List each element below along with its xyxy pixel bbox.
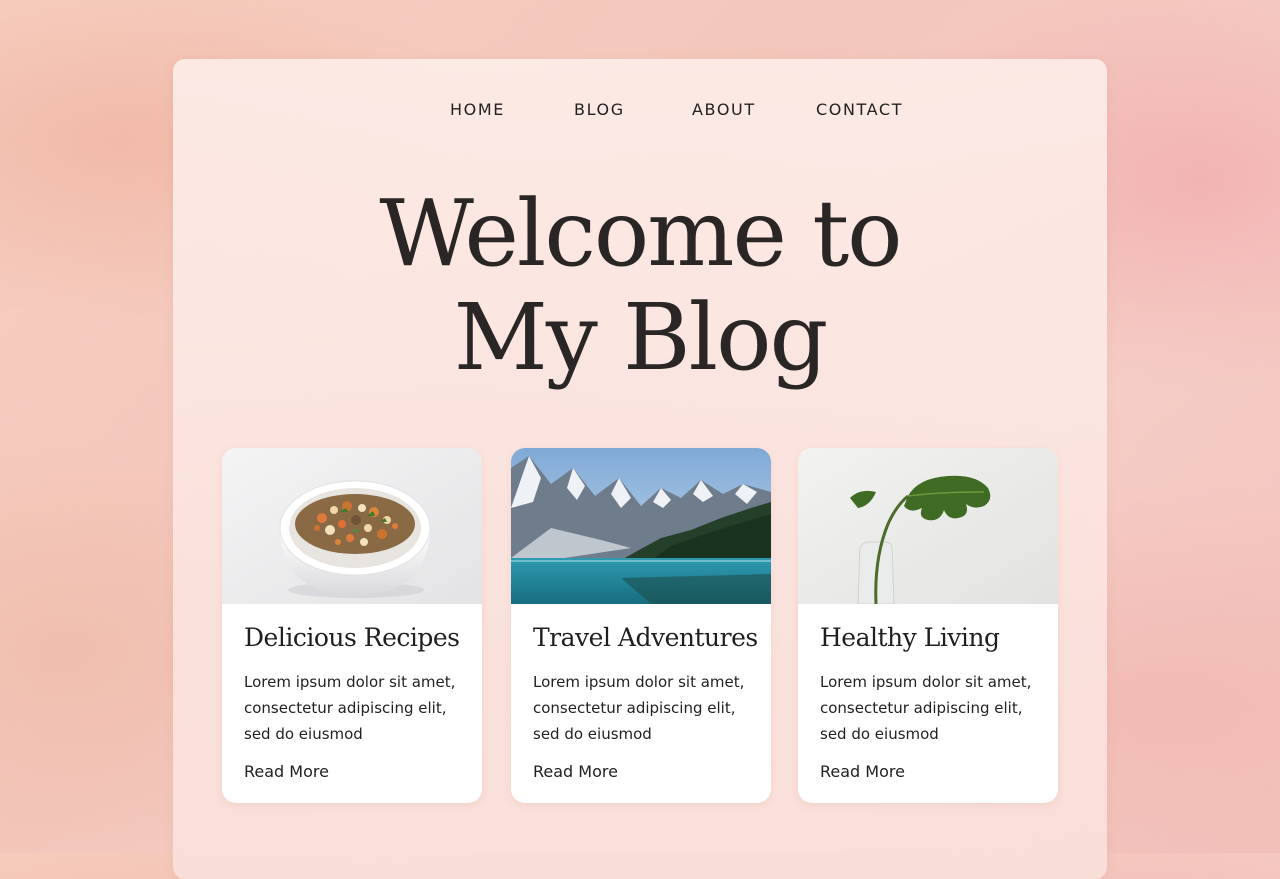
card-excerpt: Lorem ipsum dolor sit amet, consectetur … <box>244 673 456 743</box>
nav-blog[interactable]: BLOG <box>574 100 625 119</box>
read-more-link[interactable]: Read More <box>244 762 329 781</box>
read-more-link[interactable]: Read More <box>533 762 618 781</box>
post-card-recipes[interactable]: Delicious Recipes Lorem ipsum dolor sit … <box>222 448 482 803</box>
post-card-travel[interactable]: Travel Adventures Lorem ipsum dolor sit … <box>511 448 771 803</box>
mountain-lake-image <box>511 448 771 604</box>
card-title: Travel Adventures <box>533 623 758 652</box>
bowl-of-food-image <box>222 448 482 604</box>
monstera-leaf-image <box>798 448 1058 604</box>
nav-home[interactable]: HOME <box>450 100 505 119</box>
main-nav: HOME BLOG ABOUT CONTACT <box>0 100 1280 122</box>
post-card-healthy[interactable]: Healthy Living Lorem ipsum dolor sit ame… <box>798 448 1058 803</box>
card-title: Delicious Recipes <box>244 623 460 652</box>
nav-contact[interactable]: CONTACT <box>816 100 903 119</box>
card-excerpt: Lorem ipsum dolor sit amet, consectetur … <box>820 673 1032 743</box>
nav-about[interactable]: ABOUT <box>692 100 756 119</box>
card-excerpt: Lorem ipsum dolor sit amet, consectetur … <box>533 673 745 743</box>
page-title: Welcome to My Blog <box>379 180 902 391</box>
read-more-link[interactable]: Read More <box>820 762 905 781</box>
card-title: Healthy Living <box>820 623 1000 652</box>
